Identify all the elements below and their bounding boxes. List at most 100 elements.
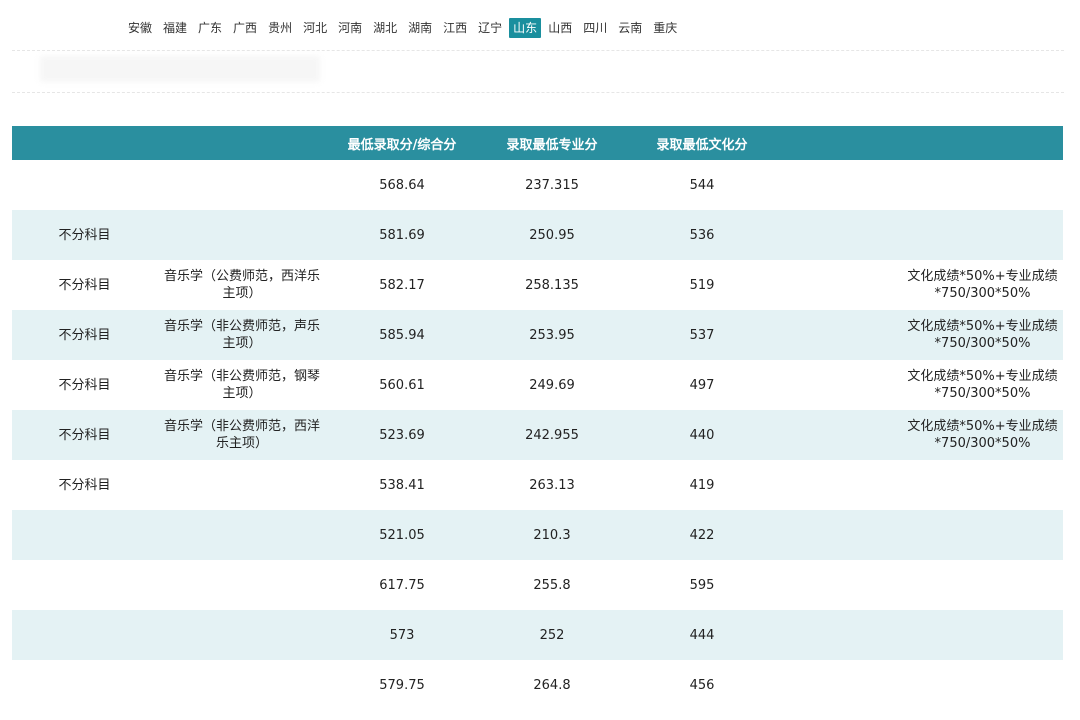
table-header-row: 最低录取分/综合分 录取最低专业分 录取最低文化分 — [12, 126, 1063, 160]
table-row: 不分科目 581.69 250.95 536 — [12, 210, 1063, 260]
cell-blank — [777, 210, 902, 260]
cell-culture-score: 444 — [627, 610, 777, 660]
cell-min-score: 568.64 — [327, 160, 477, 210]
cell-culture-score: 440 — [627, 410, 777, 460]
table-row: 不分科目 538.41 263.13 419 — [12, 460, 1063, 510]
cell-major — [157, 460, 327, 510]
cell-rule — [902, 210, 1063, 260]
header-major — [157, 126, 327, 160]
cell-pro-score: 249.69 — [477, 360, 627, 410]
cell-min-score: 538.41 — [327, 460, 477, 510]
cell-major — [157, 510, 327, 560]
cell-rule: 文化成绩*50%+专业成绩*750/300*50% — [902, 410, 1063, 460]
divider — [12, 92, 1064, 93]
cell-culture-score: 536 — [627, 210, 777, 260]
region-tab[interactable]: 湖南 — [404, 18, 436, 38]
divider — [12, 50, 1064, 51]
cell-rule — [902, 560, 1063, 610]
cell-pro-score: 250.95 — [477, 210, 627, 260]
table-row: 不分科目 音乐学（非公费师范，声乐主项） 585.94 253.95 537 文化成绩*5… — [12, 310, 1063, 360]
cell-pro-score: 242.955 — [477, 410, 627, 460]
admission-score-table: 最低录取分/综合分 录取最低专业分 录取最低文化分 568.64 237.315 5… — [12, 126, 1063, 710]
table-row: 不分科目 音乐学（公费师范，西洋乐主项） 582.17 258.135 519 文化成绩*… — [12, 260, 1063, 310]
region-tab[interactable]: 河南 — [334, 18, 366, 38]
table-row: 521.05 210.3 422 — [12, 510, 1063, 560]
header-pro-score: 录取最低专业分 — [477, 126, 627, 160]
region-tab[interactable]: 云南 — [614, 18, 646, 38]
cell-blank — [777, 260, 902, 310]
cell-major — [157, 210, 327, 260]
cell-rule — [902, 660, 1063, 710]
cell-pro-score: 263.13 — [477, 460, 627, 510]
table-row: 568.64 237.315 544 — [12, 160, 1063, 210]
table-row: 617.75 255.8 595 — [12, 560, 1063, 610]
cell-subject — [12, 560, 157, 610]
cell-culture-score: 419 — [627, 460, 777, 510]
region-tab[interactable]: 重庆 — [649, 18, 681, 38]
cell-pro-score: 253.95 — [477, 310, 627, 360]
cell-pro-score: 252 — [477, 610, 627, 660]
cell-blank — [777, 160, 902, 210]
region-tab[interactable]: 贵州 — [264, 18, 296, 38]
cell-min-score: 617.75 — [327, 560, 477, 610]
cell-subject — [12, 510, 157, 560]
header-culture-score: 录取最低文化分 — [627, 126, 777, 160]
cell-major: 音乐学（非公费师范，声乐主项） — [157, 310, 327, 360]
cell-subject — [12, 160, 157, 210]
cell-min-score: 581.69 — [327, 210, 477, 260]
cell-subject: 不分科目 — [12, 210, 157, 260]
header-rule — [902, 126, 1063, 160]
blurred-filter-area — [40, 56, 320, 82]
cell-pro-score: 210.3 — [477, 510, 627, 560]
region-tab[interactable]: 湖北 — [369, 18, 401, 38]
cell-blank — [777, 510, 902, 560]
header-blank — [777, 126, 902, 160]
cell-min-score: 560.61 — [327, 360, 477, 410]
cell-rule — [902, 460, 1063, 510]
cell-subject: 不分科目 — [12, 310, 157, 360]
region-tab[interactable]: 广西 — [229, 18, 261, 38]
cell-pro-score: 255.8 — [477, 560, 627, 610]
cell-major — [157, 660, 327, 710]
region-tab[interactable]: 福建 — [159, 18, 191, 38]
region-tab[interactable]: 山东 — [509, 18, 542, 38]
cell-major — [157, 610, 327, 660]
cell-subject — [12, 660, 157, 710]
cell-blank — [777, 660, 902, 710]
region-tab[interactable]: 四川 — [579, 18, 611, 38]
cell-culture-score: 595 — [627, 560, 777, 610]
cell-major: 音乐学（非公费师范，西洋乐主项） — [157, 410, 327, 460]
cell-rule — [902, 510, 1063, 560]
cell-culture-score: 544 — [627, 160, 777, 210]
region-tab[interactable]: 江西 — [439, 18, 471, 38]
region-tab[interactable]: 辽宁 — [474, 18, 506, 38]
cell-major: 音乐学（公费师范，西洋乐主项） — [157, 260, 327, 310]
cell-subject: 不分科目 — [12, 260, 157, 310]
cell-blank — [777, 310, 902, 360]
cell-subject: 不分科目 — [12, 410, 157, 460]
cell-blank — [777, 560, 902, 610]
cell-rule: 文化成绩*50%+专业成绩*750/300*50% — [902, 360, 1063, 410]
cell-min-score: 585.94 — [327, 310, 477, 360]
table-row: 579.75 264.8 456 — [12, 660, 1063, 710]
region-tab[interactable]: 广东 — [194, 18, 226, 38]
cell-min-score: 523.69 — [327, 410, 477, 460]
header-min-score: 最低录取分/综合分 — [327, 126, 477, 160]
table-row: 不分科目 音乐学（非公费师范，钢琴主项） 560.61 249.69 497 文化成绩*5… — [12, 360, 1063, 410]
cell-culture-score: 497 — [627, 360, 777, 410]
region-tabs: 安徽 福建 广东 广西 贵州 河北 河南 湖北 湖南 江西 辽宁 山东 山西 四川 云南 重庆 — [124, 18, 684, 38]
cell-subject: 不分科目 — [12, 460, 157, 510]
table-row: 不分科目 音乐学（非公费师范，西洋乐主项） 523.69 242.955 440 文化成绩… — [12, 410, 1063, 460]
cell-min-score: 582.17 — [327, 260, 477, 310]
cell-blank — [777, 360, 902, 410]
cell-pro-score: 264.8 — [477, 660, 627, 710]
cell-major: 音乐学（非公费师范，钢琴主项） — [157, 360, 327, 410]
cell-culture-score: 456 — [627, 660, 777, 710]
cell-rule: 文化成绩*50%+专业成绩*750/300*50% — [902, 310, 1063, 360]
cell-pro-score: 237.315 — [477, 160, 627, 210]
region-tab[interactable]: 安徽 — [124, 18, 156, 38]
cell-rule — [902, 160, 1063, 210]
region-tab[interactable]: 河北 — [299, 18, 331, 38]
region-tab[interactable]: 山西 — [544, 18, 576, 38]
cell-pro-score: 258.135 — [477, 260, 627, 310]
